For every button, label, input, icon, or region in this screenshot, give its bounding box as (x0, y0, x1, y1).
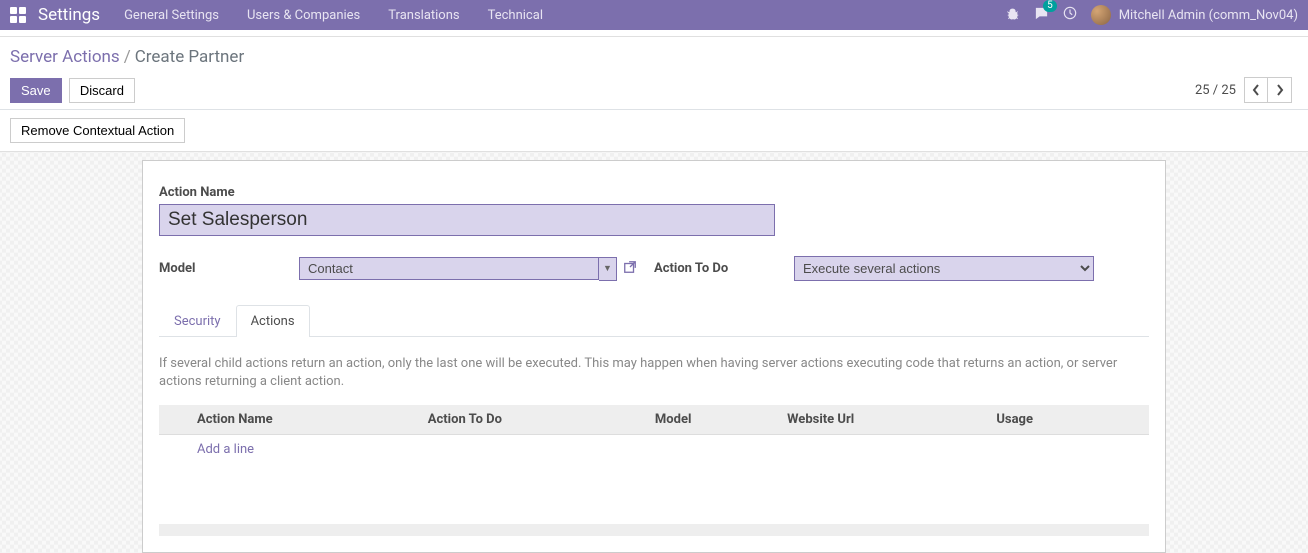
external-link-icon[interactable] (623, 260, 637, 278)
table-row: Add a line (159, 435, 1149, 465)
th-handle (159, 405, 189, 435)
th-model[interactable]: Model (647, 405, 779, 435)
user-menu[interactable]: Mitchell Admin (comm_Nov04) (1091, 5, 1298, 25)
messages-badge: 5 (1043, 0, 1057, 12)
form-background: Action Name Model ▼ Action To Do Ex (0, 152, 1308, 553)
tab-help-text: If several child actions return an actio… (159, 355, 1149, 391)
tabs: Security Actions (159, 305, 1149, 337)
tab-security[interactable]: Security (159, 305, 236, 337)
menu-technical[interactable]: Technical (488, 8, 543, 23)
th-trash (1121, 405, 1149, 435)
th-action-to-do[interactable]: Action To Do (420, 405, 647, 435)
control-panel: Server Actions/Create Partner Save Disca… (0, 37, 1308, 110)
action-to-do-select[interactable]: Execute several actions (794, 256, 1094, 281)
th-usage[interactable]: Usage (988, 405, 1121, 435)
child-actions-table: Action Name Action To Do Model Website U… (159, 405, 1149, 464)
breadcrumb-parent[interactable]: Server Actions (10, 47, 120, 67)
navbar: Settings General Settings Users & Compan… (0, 0, 1308, 30)
action-name-input[interactable] (159, 204, 775, 236)
chevron-left-icon (1252, 84, 1260, 96)
tab-actions[interactable]: Actions (236, 305, 310, 337)
form-sheet: Action Name Model ▼ Action To Do Ex (142, 160, 1166, 553)
app-title[interactable]: Settings (38, 5, 100, 25)
second-bar (0, 30, 1308, 37)
breadcrumb-current: Create Partner (135, 47, 245, 67)
discard-button[interactable]: Discard (69, 78, 135, 103)
user-name: Mitchell Admin (comm_Nov04) (1119, 8, 1298, 23)
pager-next-button[interactable] (1268, 77, 1292, 103)
table-header-row: Action Name Action To Do Model Website U… (159, 405, 1149, 435)
th-action-name[interactable]: Action Name (189, 405, 420, 435)
apps-icon[interactable] (10, 7, 26, 23)
action-name-label: Action Name (159, 185, 1149, 200)
model-input[interactable] (299, 257, 599, 280)
th-website-url[interactable]: Website Url (779, 405, 988, 435)
model-dropdown-button[interactable]: ▼ (599, 257, 617, 281)
menu-translations[interactable]: Translations (388, 8, 459, 23)
chevron-right-icon (1276, 84, 1284, 96)
remove-contextual-action-button[interactable]: Remove Contextual Action (10, 118, 185, 143)
pager: 25 / 25 (1195, 77, 1292, 103)
cp-buttons: Save Discard (10, 78, 135, 103)
clock-icon[interactable] (1063, 6, 1077, 24)
bug-icon[interactable] (1006, 6, 1020, 24)
menu-general-settings[interactable]: General Settings (124, 8, 219, 23)
pager-prev-button[interactable] (1244, 77, 1268, 103)
pager-text: 25 / 25 (1195, 83, 1236, 98)
save-button[interactable]: Save (10, 78, 62, 103)
navbar-menu: General Settings Users & Companies Trans… (124, 8, 543, 23)
add-a-line-link[interactable]: Add a line (197, 442, 254, 457)
action-to-do-label: Action To Do (654, 261, 794, 276)
menu-users-companies[interactable]: Users & Companies (247, 8, 360, 23)
breadcrumb: Server Actions/Create Partner (10, 47, 1292, 67)
model-label: Model (159, 261, 299, 276)
action-bar: Remove Contextual Action (0, 110, 1308, 152)
navbar-right: 5 Mitchell Admin (comm_Nov04) (1006, 5, 1298, 25)
avatar (1091, 5, 1111, 25)
breadcrumb-sep: / (124, 47, 131, 67)
messages-icon[interactable]: 5 (1034, 6, 1049, 25)
caret-down-icon: ▼ (603, 263, 612, 274)
